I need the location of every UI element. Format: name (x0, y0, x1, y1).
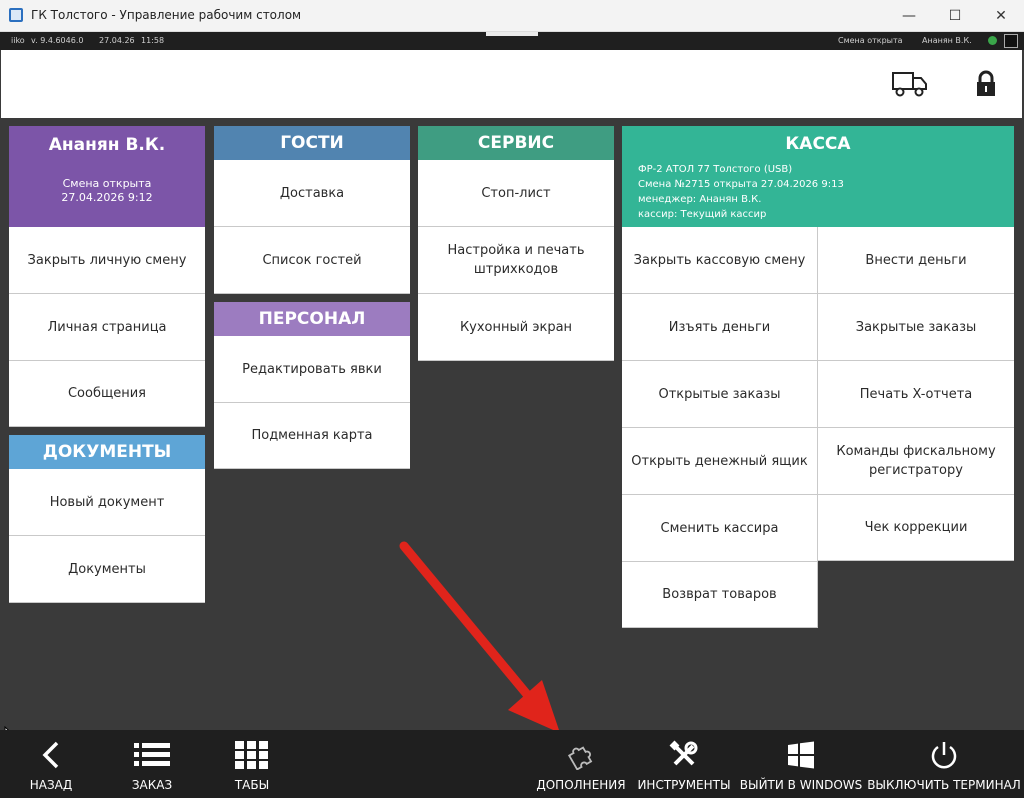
documents-button[interactable]: Документы (9, 536, 205, 603)
withdraw-money-button[interactable]: Изъять деньги (622, 294, 818, 361)
addons-label: ДОПОЛНЕНИЯ (536, 778, 626, 792)
puzzle-icon (566, 738, 596, 772)
windows-icon (787, 738, 815, 772)
window-title-bar: ГК Толстого - Управление рабочим столом … (0, 0, 1024, 32)
status-time: 11:58 (141, 36, 165, 45)
exit-to-windows-button[interactable]: ВЫЙТИ В WINDOWS (739, 730, 863, 798)
return-goods-button[interactable]: Возврат товаров (622, 562, 818, 628)
stop-list-button[interactable]: Стоп-лист (418, 160, 614, 227)
new-document-button[interactable]: Новый документ (9, 469, 205, 536)
guests-header: ГОСТИ (214, 126, 410, 160)
tools-label: ИНСТРУМЕНТЫ (637, 778, 731, 792)
tools-icon (669, 738, 699, 772)
shift-open-label: Смена открыта (62, 177, 152, 190)
top-header (1, 50, 1022, 118)
manager-info: менеджер: Ананян В.К. (638, 194, 762, 205)
lock-icon[interactable] (975, 70, 997, 102)
app-version: v. 9.4.6046.0 (31, 36, 84, 45)
open-cash-drawer-button[interactable]: Открыть денежный ящик (622, 428, 818, 495)
close-personal-shift-button[interactable]: Закрыть личную смену (9, 227, 205, 294)
tools-button[interactable]: ИНСТРУМЕНТЫ (637, 730, 731, 798)
back-label: НАЗАД (29, 778, 73, 792)
user-name: Ананян В.К. (48, 135, 166, 155)
red-arrow-annotation (399, 541, 560, 733)
square-icon[interactable] (1004, 34, 1018, 48)
back-button[interactable]: НАЗАД (20, 730, 82, 798)
tabs-button[interactable]: ТАБЫ (222, 730, 282, 798)
open-orders-button[interactable]: Открытые заказы (622, 361, 818, 428)
delivery-button[interactable]: Доставка (214, 160, 410, 227)
fiscal-register-info: ФР-2 АТОЛ 77 Толстого (USB) (638, 164, 793, 175)
service-header: СЕРВИС (418, 126, 614, 160)
maximize-button[interactable]: ☐ (932, 0, 978, 32)
cash-shift-info: Смена №2715 открыта 27.04.2026 9:13 (638, 179, 844, 190)
chevron-left-icon (40, 738, 62, 772)
status-date: 27.04.26 (99, 36, 135, 45)
edit-attendance-button[interactable]: Редактировать явки (214, 336, 410, 403)
shift-status: Смена открыта (838, 36, 903, 45)
user-panel-header: Ананян В.К. Смена открыта 27.04.2026 9:1… (9, 126, 205, 227)
correction-receipt-button[interactable]: Чек коррекции (818, 495, 1014, 561)
addons-button[interactable]: ДОПОЛНЕНИЯ (535, 730, 627, 798)
grid-icon (234, 738, 270, 772)
documents-header: ДОКУМЕНТЫ (9, 435, 205, 469)
window-title: ГК Толстого - Управление рабочим столом (31, 8, 302, 22)
order-label: ЗАКАЗ (131, 778, 173, 792)
deposit-money-button[interactable]: Внести деньги (818, 227, 1014, 294)
order-button[interactable]: ЗАКАЗ (122, 730, 182, 798)
app-window-icon (9, 8, 23, 22)
guest-list-button[interactable]: Список гостей (214, 227, 410, 294)
shutdown-terminal-button[interactable]: ВЫКЛЮЧИТЬ ТЕРМИНАЛ (867, 730, 1021, 798)
barcode-settings-button[interactable]: Настройка и печать штрихкодов (418, 227, 614, 294)
exit-to-windows-label: ВЫЙТИ В WINDOWS (739, 778, 863, 792)
close-cash-shift-button[interactable]: Закрыть кассовую смену (622, 227, 818, 294)
print-x-report-button[interactable]: Печать X-отчета (818, 361, 1014, 428)
tab-handle[interactable] (486, 32, 538, 36)
list-icon (133, 738, 171, 772)
messages-button[interactable]: Сообщения (9, 361, 205, 427)
kitchen-screen-button[interactable]: Кухонный экран (418, 294, 614, 361)
closed-orders-button[interactable]: Закрытые заказы (818, 294, 1014, 361)
cash-header: КАССА ФР-2 АТОЛ 77 Толстого (USB) Смена … (622, 126, 1014, 227)
connection-status-icon (988, 36, 997, 45)
shutdown-terminal-label: ВЫКЛЮЧИТЬ ТЕРМИНАЛ (867, 778, 1021, 792)
shift-open-time: 27.04.2026 9:12 (61, 191, 153, 204)
tabs-label: ТАБЫ (234, 778, 270, 792)
cash-title: КАССА (785, 134, 851, 154)
power-icon (930, 738, 958, 772)
delivery-truck-icon[interactable] (892, 70, 928, 102)
change-cashier-button[interactable]: Сменить кассира (622, 495, 818, 562)
close-button[interactable]: ✕ (978, 0, 1024, 32)
substitute-card-button[interactable]: Подменная карта (214, 403, 410, 469)
minimize-button[interactable]: — (886, 0, 932, 32)
fiscal-commands-button[interactable]: Команды фискальному регистратору (818, 428, 1014, 495)
current-user: Ананян В.К. (922, 36, 972, 45)
staff-header: ПЕРСОНАЛ (214, 302, 410, 336)
app-name: iiko (11, 36, 25, 45)
personal-page-button[interactable]: Личная страница (9, 294, 205, 361)
cashier-info: кассир: Текущий кассир (638, 209, 767, 220)
